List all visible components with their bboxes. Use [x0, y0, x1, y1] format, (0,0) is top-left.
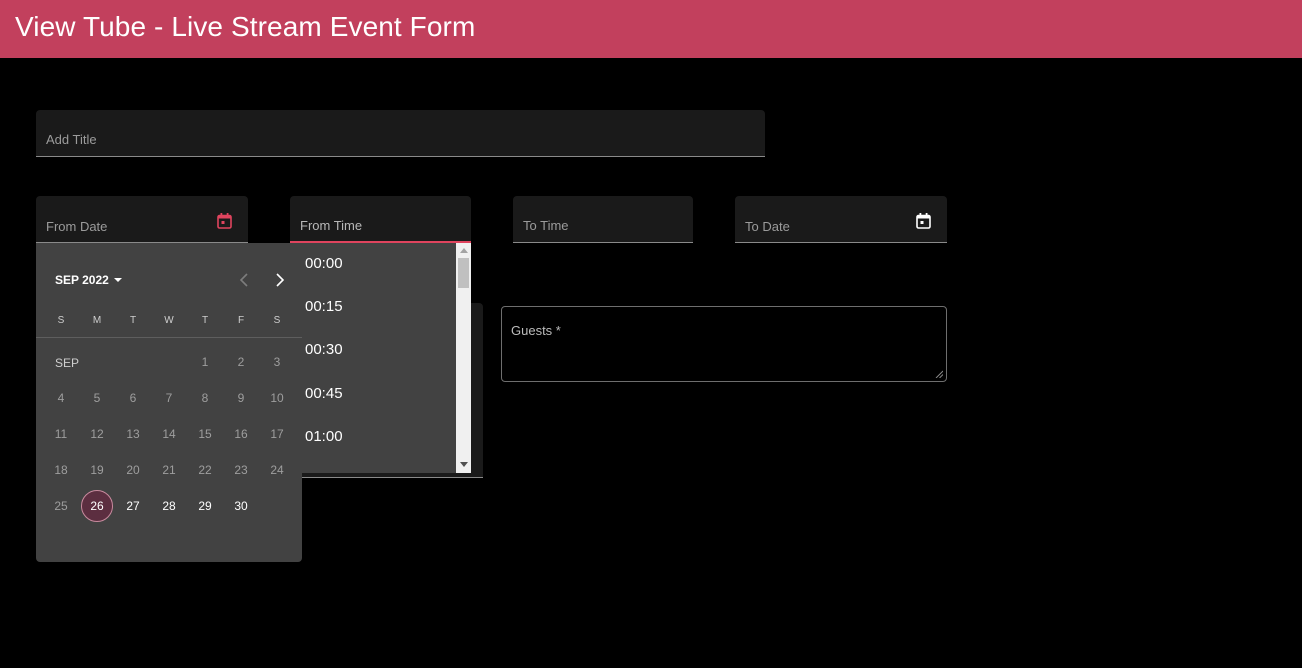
- period-label: SEP 2022: [55, 273, 109, 287]
- weekday-header: M: [92, 315, 102, 326]
- calendar-day: 7: [165, 391, 173, 405]
- period-toggle-button[interactable]: SEP 2022: [55, 273, 122, 287]
- header-divider: [36, 337, 302, 338]
- calendar-day[interactable]: 30: [225, 490, 257, 522]
- title-field-label: Add Title: [46, 132, 97, 147]
- calendar-day: 22: [198, 463, 212, 477]
- calendar-day: 4: [57, 391, 65, 405]
- time-option[interactable]: 00:45: [305, 385, 343, 402]
- calendar-day: 6: [129, 391, 137, 405]
- calendar-day: 14: [162, 427, 176, 441]
- to-time-field[interactable]: To Time: [513, 196, 693, 243]
- chevron-right-icon[interactable]: [273, 272, 287, 288]
- app-title: View Tube - Live Stream Event Form: [15, 11, 476, 42]
- from-time-field[interactable]: From Time: [290, 196, 471, 243]
- calendar-day: 20: [126, 463, 140, 477]
- guests-label: Guests *: [511, 323, 561, 338]
- calendar-day: 24: [270, 463, 284, 477]
- calendar-day: 2: [237, 355, 245, 369]
- calendar-day: 12: [90, 427, 104, 441]
- weekday-header: T: [201, 315, 209, 326]
- calendar-day[interactable]: 28: [153, 490, 185, 522]
- time-option[interactable]: 00:00: [305, 255, 343, 272]
- time-option[interactable]: 00:30: [305, 341, 343, 358]
- calendar-day: 15: [198, 427, 212, 441]
- scroll-up-arrow-icon[interactable]: [460, 248, 468, 253]
- calendar-day: 5: [93, 391, 101, 405]
- time-dropdown[interactable]: 00:00 00:15 00:30 00:45 01:00: [290, 243, 471, 473]
- weekday-header: T: [129, 315, 137, 326]
- from-time-label: From Time: [300, 218, 363, 233]
- calendar-day: 9: [237, 391, 245, 405]
- calendar-day: 18: [54, 463, 68, 477]
- caret-down-icon: [113, 278, 122, 282]
- weekday-header: S: [57, 315, 65, 326]
- calendar-day: 8: [201, 391, 209, 405]
- calendar-day: 17: [270, 427, 284, 441]
- calendar-day-today[interactable]: 26: [81, 490, 113, 522]
- weekday-header: F: [237, 315, 245, 326]
- calendar-day: 16: [234, 427, 248, 441]
- calendar-day: 13: [126, 427, 140, 441]
- calendar-day: 11: [54, 427, 68, 441]
- calendar-day: 23: [234, 463, 248, 477]
- calendar-day[interactable]: 27: [117, 490, 149, 522]
- time-scrollbar[interactable]: [456, 243, 471, 473]
- to-time-label: To Time: [523, 218, 569, 233]
- calendar-day[interactable]: 29: [189, 490, 221, 522]
- calendar-day: 19: [90, 463, 104, 477]
- time-option[interactable]: 00:15: [305, 298, 343, 315]
- datepicker-popup: SEP 2022 S M T W T F S SEP 1 2 3 4 5 6 7…: [36, 243, 302, 562]
- calendar-icon[interactable]: [916, 213, 931, 229]
- chevron-left-icon[interactable]: [237, 272, 251, 288]
- scroll-down-arrow-icon[interactable]: [460, 462, 468, 467]
- title-field[interactable]: Add Title: [36, 110, 765, 157]
- to-date-field[interactable]: To Date: [735, 196, 947, 243]
- calendar-day: 25: [54, 499, 68, 513]
- from-date-field[interactable]: From Date: [36, 196, 248, 243]
- weekday-header: S: [273, 315, 281, 326]
- calendar-day: 3: [273, 355, 281, 369]
- app-bar: View Tube - Live Stream Event Form: [0, 0, 1302, 58]
- resize-grip-icon[interactable]: [935, 370, 943, 378]
- calendar-day: 1: [201, 355, 209, 369]
- calendar-icon[interactable]: [217, 213, 232, 229]
- weekday-header: W: [164, 315, 174, 326]
- time-option[interactable]: 01:00: [305, 428, 343, 445]
- month-label: SEP: [55, 356, 80, 370]
- calendar-day: 21: [162, 463, 176, 477]
- scroll-thumb[interactable]: [458, 258, 469, 288]
- calendar-day: 10: [270, 391, 284, 405]
- to-date-label: To Date: [745, 219, 790, 234]
- guests-field[interactable]: Guests *: [501, 306, 947, 382]
- from-date-label: From Date: [46, 219, 108, 234]
